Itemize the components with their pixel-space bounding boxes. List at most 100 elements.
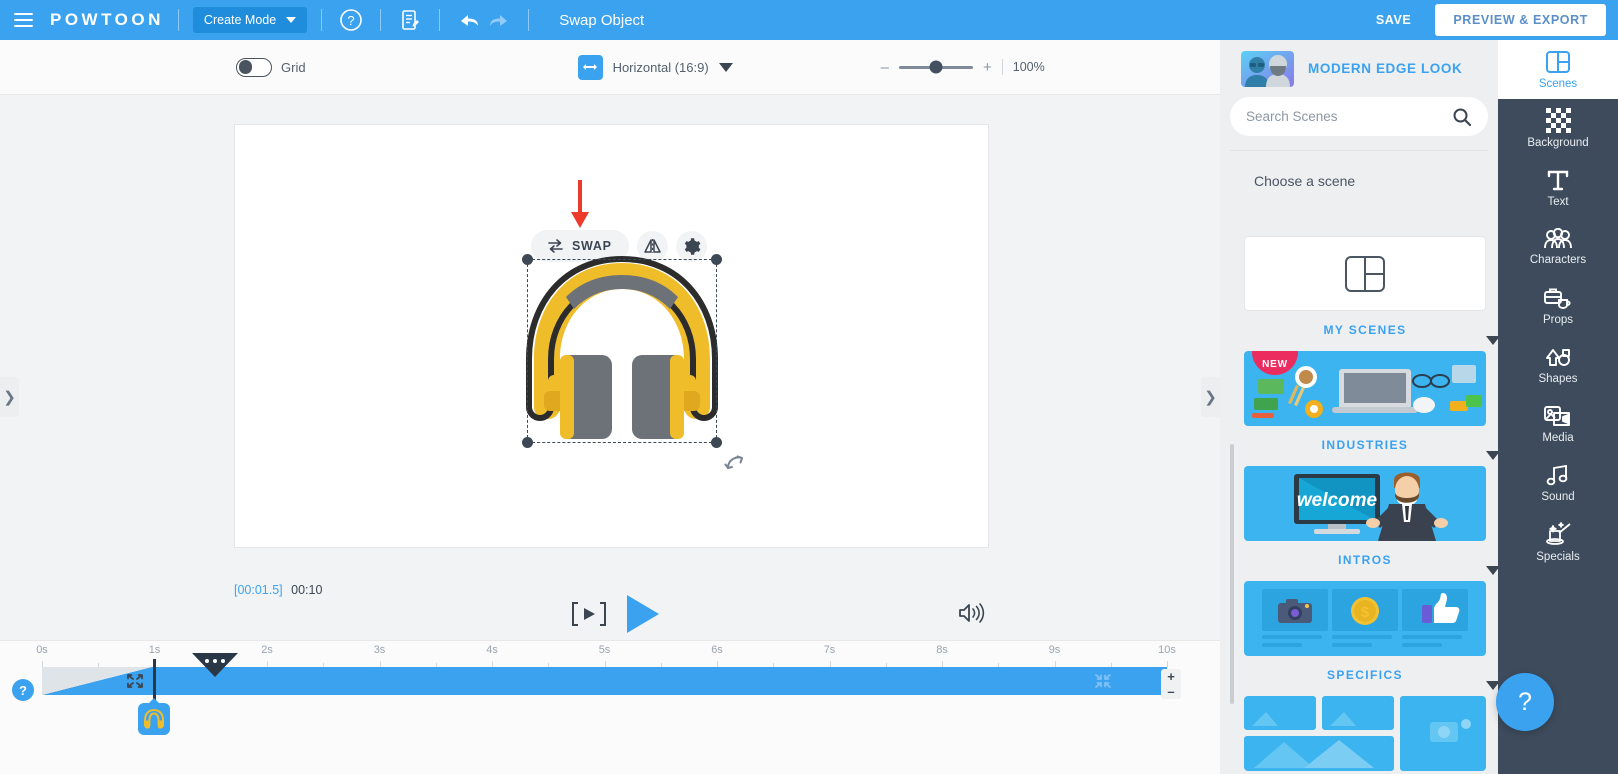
resize-handle-bottom-left[interactable] <box>522 437 533 448</box>
sidebar-item-characters[interactable]: Characters <box>1498 217 1618 276</box>
scene-expand-chevron-down-icon[interactable] <box>1486 566 1498 575</box>
sidebar-item-background[interactable]: Background <box>1498 99 1618 158</box>
search-input[interactable] <box>1246 109 1452 124</box>
scene-expand-chevron-down-icon[interactable] <box>1486 681 1498 690</box>
help-circle-icon[interactable]: ? <box>336 5 366 35</box>
resize-handle-bottom-right[interactable] <box>711 437 722 448</box>
speaker-on-icon[interactable] <box>958 601 986 625</box>
scene-card-next[interactable] <box>1244 696 1486 771</box>
sidebar-item-specials[interactable]: Specials <box>1498 512 1618 571</box>
scene-card-intros[interactable]: welcome INTROS <box>1244 466 1498 581</box>
sidebar-item-props[interactable]: Props <box>1498 276 1618 335</box>
play-controls <box>570 593 662 635</box>
zoom-in-button[interactable]: + <box>983 59 992 76</box>
scene-expand-chevron-down-icon[interactable] <box>1486 336 1498 345</box>
shapes-icon <box>1546 348 1570 366</box>
collapse-arrows-icon[interactable] <box>1094 673 1112 689</box>
layout-panels-icon <box>1345 255 1385 292</box>
zoom-out-button[interactable]: – <box>881 59 889 76</box>
scene-expand-chevron-down-icon[interactable] <box>1486 451 1498 460</box>
scene-label: SPECIFICS <box>1327 668 1403 682</box>
look-title: MODERN EDGE LOOK <box>1308 61 1463 76</box>
zoom-slider-thumb[interactable] <box>929 60 943 74</box>
powtoon-editor: POWTOON Create Mode ? Swap Object SAVE P… <box>0 0 1618 774</box>
headphones-thumb-icon <box>144 708 164 729</box>
zoom-slider[interactable] <box>899 60 974 74</box>
sidebar-item-text[interactable]: Text <box>1498 158 1618 217</box>
create-mode-dropdown[interactable]: Create Mode <box>192 7 308 33</box>
timeline-help-button[interactable]: ? <box>12 679 34 701</box>
sidebar-item-label: Characters <box>1529 253 1587 266</box>
total-time: 00:10 <box>291 583 323 597</box>
timeline-object-thumbnail[interactable] <box>138 703 170 735</box>
search-icon[interactable] <box>1452 107 1472 127</box>
svg-text:?: ? <box>348 13 355 28</box>
category-rail: Scenes Background Text Characters Props … <box>1498 40 1618 774</box>
timeline-tick-label: 9s <box>1048 644 1061 656</box>
expand-arrows-icon[interactable] <box>126 673 144 689</box>
grid-toggle[interactable]: Grid <box>236 57 306 77</box>
timeline-tick-label: 4s <box>486 644 498 656</box>
divider <box>1001 59 1003 75</box>
scene-card-specifics[interactable]: $ SPECIFICS <box>1244 581 1498 696</box>
scene-card-industries[interactable]: NEW INDUSTRIES <box>1244 351 1498 466</box>
timeline-zoom-controls: + – <box>1161 669 1181 699</box>
resize-handle-top-right[interactable] <box>711 254 722 265</box>
scene-thumbnail[interactable]: NEW <box>1244 351 1486 426</box>
sidebar-item-media[interactable]: Media <box>1498 394 1618 453</box>
left-panel-expand-chevron-right-icon[interactable]: ❯ <box>0 377 19 417</box>
rotate-handle-icon[interactable] <box>724 451 746 473</box>
selection-bounding-box[interactable] <box>522 254 722 448</box>
aspect-ratio-dropdown[interactable]: Horizontal (16:9) <box>577 54 733 80</box>
scene-thumbnail[interactable] <box>1244 236 1486 311</box>
grid-label: Grid <box>281 59 306 75</box>
right-panel-expand-chevron-right-icon[interactable]: ❯ <box>1201 377 1220 417</box>
scene-options-dots-icon[interactable] <box>192 653 238 679</box>
stage-toolbar: Grid Horizontal (16:9) – + 100% <box>0 40 1220 95</box>
sidebar-item-shapes[interactable]: Shapes <box>1498 335 1618 394</box>
svg-text:$: $ <box>1361 604 1370 621</box>
redo-arrow-icon[interactable] <box>484 5 514 35</box>
sidebar-item-sound[interactable]: Sound <box>1498 453 1618 512</box>
timeline-ruler[interactable]: 0s 1s 2s 3s 4s 5s 6s 7s 8s 9s 10s <box>0 641 1220 667</box>
frame-step-icon[interactable] <box>570 599 608 629</box>
current-time: [00:01.5] <box>234 583 283 597</box>
save-button[interactable]: SAVE <box>1366 7 1422 33</box>
undo-arrow-icon[interactable] <box>454 5 484 35</box>
sidebar-item-label: Props <box>1542 313 1574 326</box>
timeline-zoom-out-button[interactable]: – <box>1161 684 1181 699</box>
document-title[interactable]: Swap Object <box>559 12 644 29</box>
header-actions: SAVE PREVIEW & EXPORT <box>1366 4 1618 36</box>
preview-export-button[interactable]: PREVIEW & EXPORT <box>1435 4 1606 36</box>
panel-scrollbar[interactable] <box>1230 444 1234 704</box>
timeline-zoom-in-button[interactable]: + <box>1161 669 1181 684</box>
look-header[interactable]: MODERN EDGE LOOK <box>1220 40 1498 97</box>
timeline-tick-label: 5s <box>598 644 611 656</box>
search-scenes-box[interactable] <box>1230 97 1488 136</box>
flip-horizontal-icon <box>643 239 661 253</box>
hamburger-menu-icon[interactable] <box>0 0 46 40</box>
music-note-icon <box>1546 464 1568 485</box>
timeline-tick-label: 2s <box>261 644 273 656</box>
zoom-percent-label: 100% <box>1012 60 1045 74</box>
scene-thumbnail[interactable] <box>1244 696 1486 771</box>
zoom-control: – + 100% <box>881 59 1045 76</box>
gear-icon <box>684 237 701 255</box>
sidebar-item-scenes[interactable]: Scenes <box>1498 40 1618 99</box>
people-group-icon <box>1544 227 1572 248</box>
help-floating-button[interactable]: ? <box>1496 673 1554 731</box>
aspect-ratio-label: Horizontal (16:9) <box>612 59 709 75</box>
edit-document-icon[interactable] <box>395 5 425 35</box>
resize-handle-top-left[interactable] <box>522 254 533 265</box>
grid-switch[interactable] <box>236 57 272 77</box>
divider <box>321 9 323 31</box>
scene-thumbnail[interactable]: $ <box>1244 581 1486 656</box>
timeline-tick-label: 10s <box>1158 644 1176 656</box>
chevron-down-icon <box>718 62 733 72</box>
create-mode-label: Create Mode <box>203 13 277 27</box>
sidebar-item-label: Media <box>1542 431 1574 444</box>
scene-card-my-scenes[interactable]: MY SCENES <box>1244 236 1498 351</box>
play-button[interactable] <box>624 593 662 635</box>
slide-canvas[interactable]: SWAP <box>234 124 989 548</box>
scene-thumbnail[interactable]: welcome <box>1244 466 1486 541</box>
